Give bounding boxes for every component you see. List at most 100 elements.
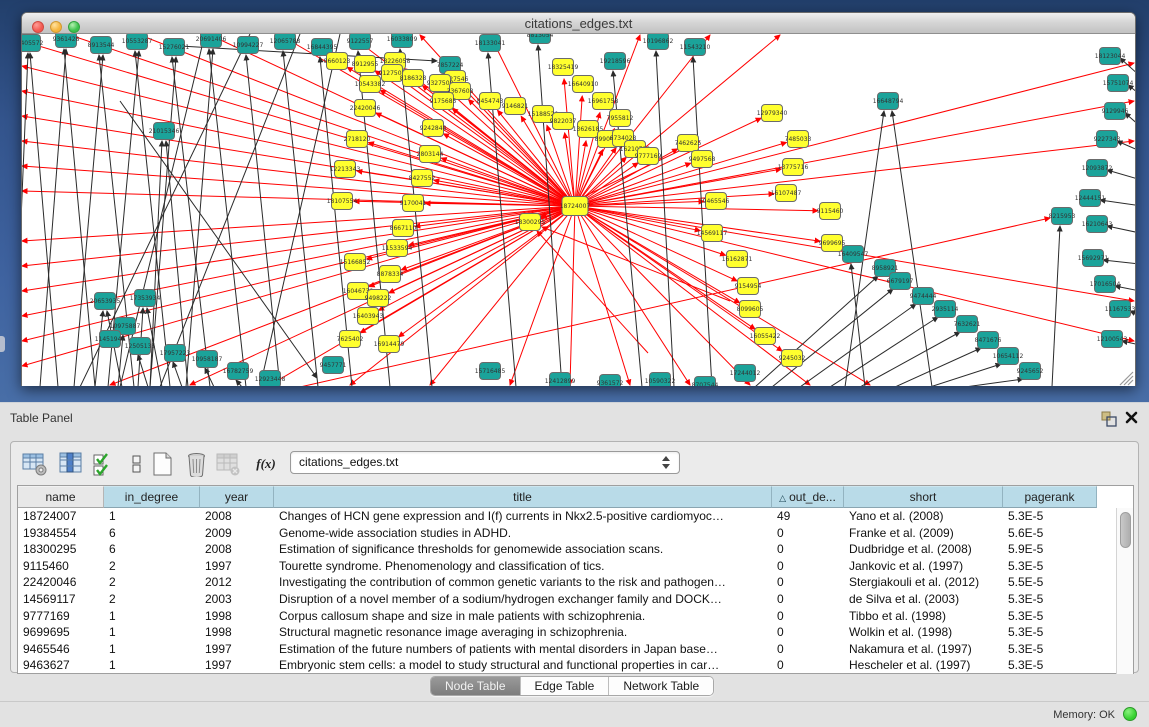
graph-node[interactable] bbox=[735, 365, 756, 382]
graph-node[interactable] bbox=[1105, 103, 1126, 120]
graph-node[interactable] bbox=[740, 301, 761, 318]
graph-node[interactable] bbox=[360, 76, 381, 93]
graph-node[interactable] bbox=[1080, 190, 1101, 207]
graph-node[interactable] bbox=[392, 34, 413, 48]
graph-node[interactable] bbox=[678, 135, 699, 152]
graph-node[interactable] bbox=[135, 290, 156, 307]
close-panel-icon[interactable] bbox=[1124, 410, 1139, 425]
graph-node[interactable] bbox=[430, 75, 451, 92]
graph-node[interactable] bbox=[776, 185, 797, 202]
float-panel-icon[interactable] bbox=[1101, 411, 1117, 427]
table-scrollbar-thumb[interactable] bbox=[1120, 512, 1131, 548]
graph-node[interactable] bbox=[393, 220, 414, 237]
graph-node[interactable] bbox=[605, 53, 626, 70]
graph-node[interactable] bbox=[762, 105, 783, 122]
graph-node[interactable] bbox=[913, 288, 934, 305]
graph-node[interactable] bbox=[935, 301, 956, 318]
tab-network-table[interactable]: Network Table bbox=[609, 677, 713, 695]
graph-node[interactable] bbox=[91, 37, 112, 54]
graph-node[interactable] bbox=[1087, 160, 1108, 177]
delete-table-button[interactable] bbox=[183, 451, 210, 477]
tab-node-table[interactable]: Node Table bbox=[431, 677, 521, 695]
graph-node[interactable] bbox=[327, 53, 348, 70]
graph-node[interactable] bbox=[820, 203, 841, 220]
memory-status-indicator[interactable] bbox=[1123, 707, 1137, 721]
graph-node[interactable] bbox=[553, 59, 574, 76]
graph-node[interactable] bbox=[380, 266, 401, 283]
graph-node[interactable] bbox=[420, 146, 441, 163]
graph-node[interactable] bbox=[165, 345, 186, 362]
table-row[interactable]: 946554611997Estimation of the future num… bbox=[18, 641, 1115, 658]
function-builder-button[interactable]: f(x) bbox=[251, 451, 281, 477]
graph-node[interactable] bbox=[355, 100, 376, 117]
graph-node[interactable] bbox=[890, 273, 911, 290]
network-canvas[interactable]: 1872400724055729361428891354410553287152… bbox=[22, 34, 1135, 386]
graph-node[interactable] bbox=[957, 316, 978, 333]
graph-node[interactable] bbox=[323, 357, 344, 374]
graph-node[interactable] bbox=[648, 34, 669, 50]
table-row[interactable]: 946362711997Embryonic stem cells: a mode… bbox=[18, 657, 1115, 674]
graph-node[interactable] bbox=[275, 34, 296, 50]
column-header-in_degree[interactable]: in_degree bbox=[104, 486, 200, 508]
graph-node[interactable] bbox=[1097, 131, 1118, 148]
column-header-title[interactable]: title bbox=[274, 486, 772, 508]
graph-node[interactable] bbox=[350, 34, 371, 50]
graph-node[interactable] bbox=[650, 373, 671, 387]
graph-node[interactable] bbox=[154, 123, 175, 140]
graph-node[interactable] bbox=[56, 34, 77, 48]
modify-table-columns-button[interactable] bbox=[21, 451, 48, 477]
table-row[interactable]: 1830029562008Estimation of significance … bbox=[18, 541, 1115, 558]
graph-node[interactable] bbox=[480, 93, 501, 110]
graph-node[interactable] bbox=[22, 35, 41, 52]
graph-node[interactable] bbox=[788, 131, 809, 148]
graph-node[interactable] bbox=[755, 328, 776, 345]
table-scrollbar[interactable] bbox=[1116, 508, 1133, 674]
graph-node[interactable] bbox=[822, 235, 843, 252]
graph-node[interactable] bbox=[1110, 301, 1131, 318]
graph-node[interactable] bbox=[1083, 250, 1104, 267]
graph-hub-node[interactable] bbox=[562, 197, 588, 216]
column-header-out_de[interactable]: △out_de... bbox=[772, 486, 844, 508]
table-row[interactable]: 1456911722003Disruption of a novel membe… bbox=[18, 591, 1115, 608]
graph-node[interactable] bbox=[685, 39, 706, 56]
graph-node[interactable] bbox=[130, 338, 151, 355]
graph-node[interactable] bbox=[1020, 363, 1041, 380]
graph-node[interactable] bbox=[197, 351, 218, 368]
graph-node[interactable] bbox=[355, 56, 376, 73]
tab-edge-table[interactable]: Edge Table bbox=[521, 677, 610, 695]
graph-node[interactable] bbox=[433, 93, 454, 110]
graph-node[interactable] bbox=[95, 293, 116, 310]
hidden-panel-handle[interactable] bbox=[0, 336, 5, 352]
table-row[interactable]: 1938455462009Genome-wide association stu… bbox=[18, 525, 1115, 542]
graph-node[interactable] bbox=[1095, 276, 1116, 293]
graph-node[interactable] bbox=[127, 34, 148, 50]
table-row[interactable]: 911546021997Tourette syndrome. Phenomeno… bbox=[18, 558, 1115, 575]
graph-node[interactable] bbox=[878, 93, 899, 110]
graph-node[interactable] bbox=[553, 113, 574, 130]
graph-node[interactable] bbox=[332, 193, 353, 210]
graph-node[interactable] bbox=[530, 34, 551, 44]
table-row[interactable]: 969969511998Structural magnetic resonanc… bbox=[18, 624, 1115, 641]
row-height-button[interactable] bbox=[123, 451, 150, 477]
graph-node[interactable] bbox=[387, 240, 408, 257]
graph-node[interactable] bbox=[1052, 208, 1073, 225]
show-hide-columns-button[interactable] bbox=[57, 451, 84, 477]
window-resize-grip[interactable] bbox=[1120, 372, 1133, 385]
graph-node[interactable] bbox=[638, 148, 659, 165]
graph-node[interactable] bbox=[100, 331, 121, 348]
table-selector-dropdown[interactable]: citations_edges.txt bbox=[290, 451, 680, 474]
graph-node[interactable] bbox=[412, 170, 433, 187]
graph-node[interactable] bbox=[340, 331, 361, 348]
graph-node[interactable] bbox=[368, 290, 389, 307]
graph-node[interactable] bbox=[533, 106, 554, 123]
graph-node[interactable] bbox=[164, 39, 185, 56]
graph-node[interactable] bbox=[978, 332, 999, 349]
graph-node[interactable] bbox=[520, 214, 541, 231]
graph-node[interactable] bbox=[335, 161, 356, 178]
column-header-pagerank[interactable]: pagerank bbox=[1003, 486, 1097, 508]
graph-node[interactable] bbox=[610, 110, 631, 127]
graph-node[interactable] bbox=[727, 251, 748, 268]
graph-node[interactable] bbox=[706, 193, 727, 210]
graph-node[interactable] bbox=[345, 254, 366, 271]
table-row[interactable]: 1872400712008Changes of HCN gene express… bbox=[18, 508, 1115, 525]
